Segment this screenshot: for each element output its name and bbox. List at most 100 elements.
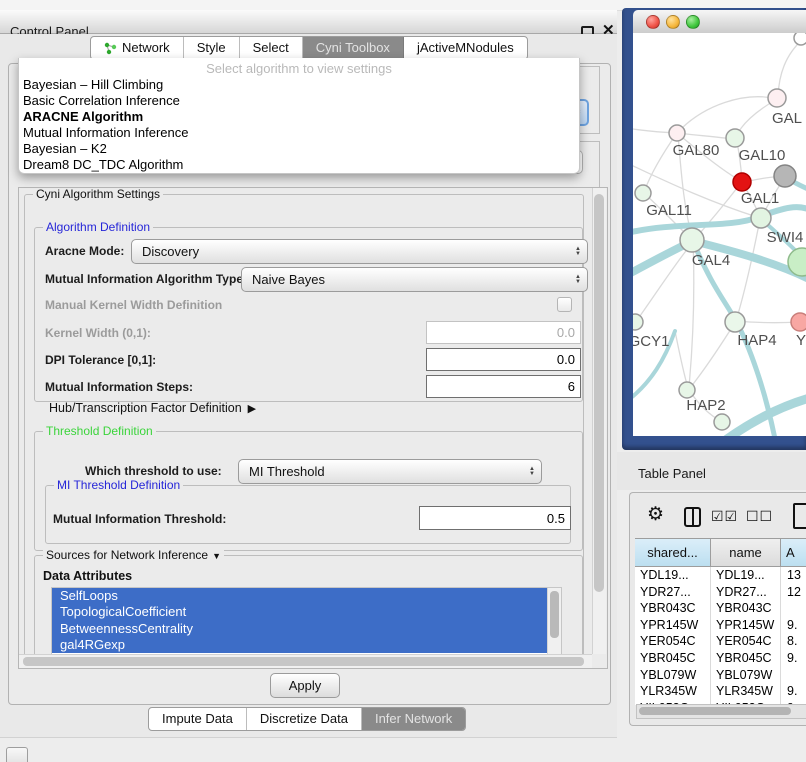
group-title: Algorithm Definition [43,220,153,234]
network-window-titlebar[interactable] [633,10,806,34]
network-edge [677,97,777,133]
combobox-value: Naive Bayes [252,272,325,287]
mi-threshold-input[interactable]: 0.5 [419,506,571,530]
mi-type-combobox[interactable]: Naive Bayes ▲▼ [241,267,588,292]
node-gcy1[interactable] [633,314,643,330]
table-row[interactable]: YPR145WYPR145W9. [635,617,806,634]
table-row[interactable]: YDR27...YDR27...12 [635,584,806,601]
algorithm-option[interactable]: Basic Correlation Inference [19,93,579,109]
network-canvas[interactable]: GALGAL80GAL10GAL1GAL11SWI4GAL4GCY1HAP4YH… [633,33,806,436]
data-attribute-item-selected[interactable]: gal4RGexp [52,637,561,653]
mi-steps-input[interactable]: 6 [426,375,581,398]
algorithm-option[interactable]: Bayesian – Hill Climbing [19,77,579,93]
tab-infer-network[interactable]: Infer Network [362,708,465,730]
network-edge [675,331,688,388]
data-attribute-item-selected[interactable]: BetweennessCentrality [52,621,561,637]
expander-expanded-icon[interactable]: ▼ [212,551,221,561]
node-red[interactable] [733,173,751,191]
zoom-window-icon[interactable] [686,15,700,29]
hub-definition-expander[interactable]: Hub/Transcription Factor Definition▶ [49,401,256,415]
vertical-scrollbar-track[interactable] [592,188,606,654]
input-value: 0.0 [557,325,575,340]
network-edge [690,321,736,388]
column-header-name[interactable]: name [711,539,781,567]
horizontal-scrollbar-thumb[interactable] [23,657,584,666]
node[interactable] [794,33,806,45]
node-gal4[interactable] [680,228,704,252]
column-header-shared-name[interactable]: shared... [635,539,711,567]
tab-cyni-toolbox[interactable]: Cyni Toolbox [303,37,404,59]
table-scrollbar-thumb[interactable] [639,707,791,715]
group-title: Sources for Network Inference▼ [43,548,224,562]
stepper-arrows-icon: ▲▼ [529,467,535,477]
table-row[interactable]: YBR045CYBR045C9. [635,650,806,667]
table-cell: YLR345W [640,683,697,700]
node-hap4[interactable] [725,312,745,332]
table-row[interactable]: YBR043CYBR043C [635,600,806,617]
algorithm-option[interactable]: Mutual Information Inference [19,125,579,141]
gear-icon[interactable]: ⚙ [647,505,664,524]
combobox-value: MI Threshold [249,464,325,479]
table-row[interactable]: YBL079WYBL079W [635,667,806,684]
table-horizontal-scrollbar[interactable] [636,704,806,719]
horizontal-scrollbar-track[interactable] [19,654,592,668]
network-icon [104,42,117,55]
tab-network[interactable]: Network [91,37,184,59]
algorithm-option[interactable]: Bayesian – K2 [19,141,579,157]
table-row[interactable]: YER054CYER054C8. [635,633,806,650]
algorithm-option[interactable]: Dream8 DC_TDC Algorithm [19,157,579,173]
mi-steps-label: Mutual Information Steps: [45,380,193,394]
algorithm-dropdown-list: Select algorithm to view settings Bayesi… [18,58,580,174]
close-window-icon[interactable] [646,15,660,29]
tab-style[interactable]: Style [184,37,240,59]
minimize-window-icon[interactable] [666,15,680,29]
table-row[interactable]: YLR345WYLR345W9. [635,683,806,700]
node-gal1[interactable] [751,208,771,228]
kernel-width-input[interactable]: 0.0 [426,321,581,344]
list-scrollbar-track[interactable] [547,588,561,654]
select-all-columns-icon[interactable]: ☑☑ [711,508,738,525]
export-table-icon[interactable] [793,503,806,529]
dropdown-placeholder: Select algorithm to view settings [19,58,579,77]
table-row[interactable]: YDL19...YDL19...13 [635,567,806,584]
algorithm-option[interactable]: ARACNE Algorithm [19,109,579,125]
combobox-value: Discovery [142,244,199,259]
column-header-clipped[interactable]: A [781,539,806,567]
node-label: GAL11 [646,202,692,219]
minimized-window-icon[interactable] [6,747,28,762]
which-threshold-combobox[interactable]: MI Threshold ▲▼ [238,459,542,484]
apply-button[interactable]: Apply [270,673,340,698]
dpi-tolerance-input[interactable]: 0.0 [426,348,581,371]
tab-discretize-data[interactable]: Discretize Data [247,708,362,730]
node-gal80[interactable] [669,125,685,141]
list-scrollbar-thumb[interactable] [550,591,559,638]
node-bottom[interactable] [714,414,730,430]
columns-icon[interactable] [684,507,701,527]
tab-impute-data[interactable]: Impute Data [149,708,247,730]
node-salmon[interactable] [791,313,806,331]
manual-kernel-checkbox[interactable] [557,297,572,312]
tab-select[interactable]: Select [240,37,303,59]
aracne-mode-label: Aracne Mode: [45,244,124,258]
input-value: 0.5 [547,511,565,526]
vertical-scrollbar-thumb[interactable] [594,194,604,592]
tab-jactivemnodules[interactable]: jActiveMNodules [404,37,527,59]
data-attributes-list[interactable]: SelfLoopsTopologicalCoefficientBetweenne… [51,587,562,655]
data-attribute-item-selected[interactable]: TopologicalCoefficient [52,604,561,620]
deselect-all-columns-icon[interactable]: ☐☐ [746,508,773,525]
node-label: GAL80 [673,142,720,159]
table-cell: YBR043C [640,600,696,617]
expander-label: Hub/Transcription Factor Definition [49,401,242,415]
node-gray[interactable] [774,165,796,187]
node-gal-top[interactable] [768,89,786,107]
aracne-mode-combobox[interactable]: Discovery ▲▼ [131,239,588,264]
tab-label: Infer Network [375,708,452,730]
data-attribute-item-selected[interactable]: SelfLoops [52,588,561,604]
node-label: GAL [772,110,802,127]
control-panel-titlebar[interactable]: Control Panel ✕ [0,10,617,34]
table-cell: YDL19... [640,567,689,584]
node-gal10[interactable] [726,129,744,147]
stepper-arrows-icon: ▲▼ [575,275,581,285]
node-gal11[interactable] [635,185,651,201]
node-hap2[interactable] [679,382,695,398]
